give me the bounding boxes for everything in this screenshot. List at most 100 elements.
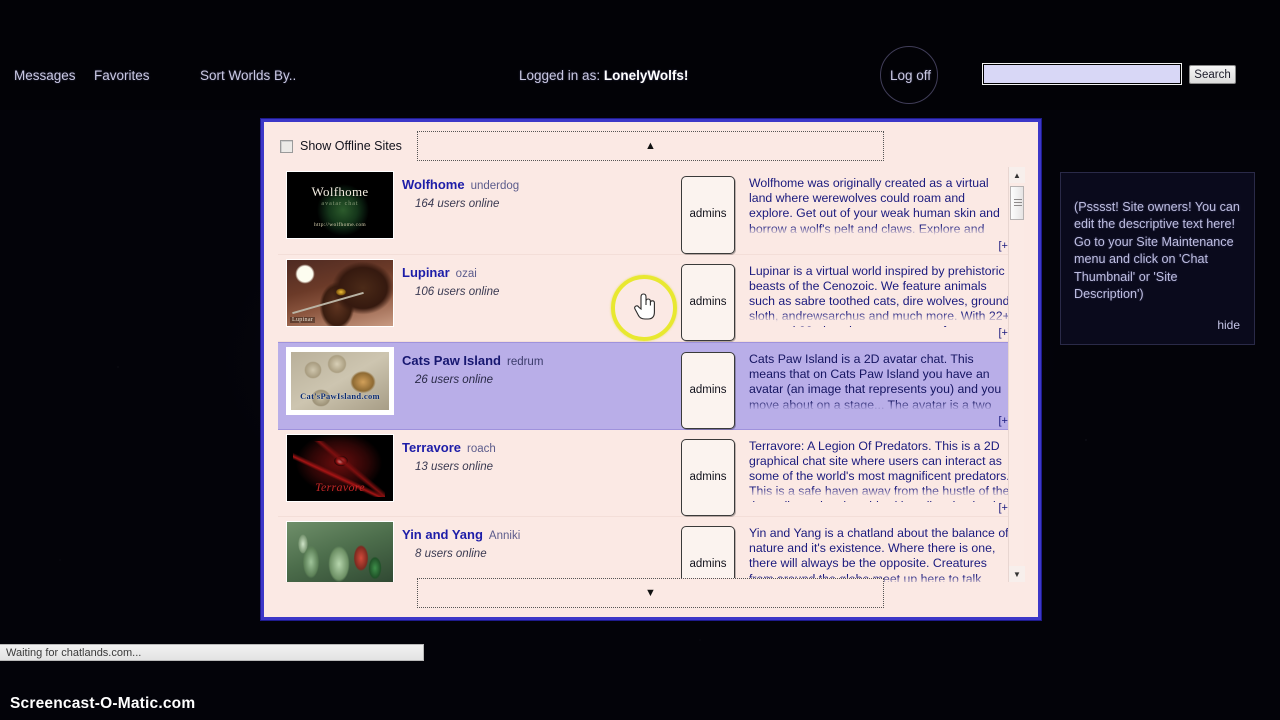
site-users-online: 164 users online: [415, 198, 500, 210]
site-owner-name: Anniki: [488, 530, 521, 542]
site-description-text: Terravore: A Legion Of Predators. This i…: [749, 438, 1010, 502]
scrollbar-arrow-up[interactable]: ▲: [1009, 167, 1025, 183]
scroll-down-button[interactable]: ▼: [417, 578, 884, 608]
site-thumbnail-cell[interactable]: [278, 517, 402, 582]
site-title-line: Cats Paw Island redrum: [402, 352, 663, 370]
scroll-up-button[interactable]: ▲: [417, 131, 884, 161]
nav-link-sort-worlds-by[interactable]: Sort Worlds By..: [200, 68, 296, 83]
site-rows: Wolfhome avatar chat http://wolfhome.com Wo…: [278, 167, 1016, 582]
site-title-line: Wolfhome underdog: [402, 176, 663, 194]
site-owner-name: roach: [467, 442, 496, 455]
admins-button[interactable]: admins: [681, 438, 735, 516]
admins-button[interactable]: admins: [681, 352, 735, 429]
site-owner-name: redrum: [506, 356, 544, 368]
site-thumbnail-image[interactable]: Wolfhome avatar chat http://wolfhome.com: [286, 171, 394, 239]
search-button[interactable]: Search: [1189, 65, 1236, 84]
site-admins-cell: admins: [667, 255, 749, 341]
search-input[interactable]: [982, 63, 1182, 85]
site-description-text: Yin and Yang is a chatland about the bal…: [749, 526, 1009, 582]
log-off-link[interactable]: Log off: [890, 68, 931, 83]
logged-in-username: LonelyWolfs!: [603, 68, 689, 83]
site-thumbnail-cell[interactable]: Terravore: [278, 430, 402, 517]
site-info-cell: Lupinar ozai 106 users online: [402, 255, 667, 342]
site-thumbnail-image[interactable]: Lupinar: [286, 258, 394, 327]
logged-in-status: Logged in as: LonelyWolfs!: [519, 68, 688, 83]
site-thumbnail-image[interactable]: Cat'sPawIsland.com: [286, 347, 394, 415]
screencast-watermark: Screencast-O-Matic.com: [10, 695, 196, 712]
site-admins-cell: admins: [667, 430, 749, 516]
site-info-cell: Yin and Yang Anniki 8 users online: [402, 517, 667, 582]
site-admins-cell: admins: [667, 343, 749, 429]
site-thumbnail-cell[interactable]: Lupinar: [278, 255, 402, 342]
site-info-cell: Terravore roach 13 users online: [402, 430, 667, 517]
site-thumbnail-cell[interactable]: Cat'sPawIsland.com: [278, 343, 402, 429]
show-offline-sites-label: Show Offline Sites: [300, 139, 402, 153]
logged-in-prefix: Logged in as:: [519, 68, 601, 83]
site-name-link[interactable]: Lupinar: [402, 265, 450, 280]
site-title-line: Lupinar ozai: [402, 264, 663, 282]
site-title-line: Terravore roach: [402, 439, 663, 457]
site-thumbnail-image[interactable]: Terravore: [286, 433, 394, 502]
world-list-panel: Show Offline Sites ▲ Wolfhome avatar chat…: [261, 119, 1041, 620]
nav-link-favorites[interactable]: Favorites: [94, 68, 150, 83]
site-owner-name: ozai: [455, 267, 477, 280]
thumbnail-caption: Wolfhome: [311, 184, 369, 199]
site-thumbnail-image[interactable]: [286, 521, 394, 582]
triangle-down-icon: ▼: [645, 586, 656, 599]
jars-art: [287, 522, 393, 582]
site-name-link[interactable]: Wolfhome: [402, 177, 465, 192]
site-users-online: 106 users online: [415, 285, 500, 298]
site-title-line: Yin and Yang Anniki: [402, 526, 663, 544]
site-users-online: 13 users online: [415, 460, 493, 473]
site-row[interactable]: Terravore Terravore roach 13 users online ad…: [278, 429, 1016, 517]
site-description-text: Cats Paw Island is a 2D avatar chat. Thi…: [749, 352, 1002, 415]
top-navigation-bar: Messages Favorites Sort Worlds By.. Logg…: [0, 0, 1280, 110]
site-info-cell: Wolfhome underdog 164 users online: [402, 167, 667, 254]
site-admins-cell: admins: [667, 167, 749, 254]
browser-status-bar: Waiting for chatlands.com...: [0, 644, 424, 661]
show-offline-sites-checkbox[interactable]: [280, 139, 293, 153]
site-description-cell: Yin and Yang is a chatland about the bal…: [749, 517, 1016, 582]
site-description-cell: Lupinar is a virtual world inspired by p…: [749, 255, 1016, 342]
screen: Messages Favorites Sort Worlds By.. Logg…: [0, 0, 1280, 720]
scrollbar-thumb[interactable]: [1010, 186, 1024, 220]
notice-text: (Psssst! Site owners! You can edit the d…: [1074, 200, 1240, 302]
site-description-text: Wolfhome was originally created as a vir…: [749, 176, 1007, 239]
site-description-cell: Terravore: A Legion Of Predators. This i…: [749, 430, 1016, 517]
nav-link-messages[interactable]: Messages: [14, 68, 76, 83]
admins-button[interactable]: admins: [681, 526, 735, 582]
show-offline-sites-control[interactable]: Show Offline Sites: [280, 139, 402, 153]
site-users-online: 26 users online: [415, 374, 493, 386]
site-row[interactable]: Lupinar Lupinar ozai 106 users online admins…: [278, 254, 1016, 342]
site-users-online: 8 users online: [415, 548, 487, 560]
site-description-cell: Cats Paw Island is a 2D avatar chat. Thi…: [749, 343, 1016, 429]
site-row[interactable]: Cat'sPawIsland.com Cats Paw Island redrum 2…: [278, 342, 1016, 430]
triangle-up-icon: ▲: [645, 139, 656, 152]
site-description-text: Lupinar is a virtual world inspired by p…: [749, 263, 1010, 327]
notice-hide-link[interactable]: hide: [1217, 318, 1240, 332]
thumbnail-caption: Lupinar: [290, 316, 316, 323]
site-name-link[interactable]: Cats Paw Island: [402, 353, 501, 368]
site-description-cell: Wolfhome was originally created as a vir…: [749, 167, 1016, 254]
panel-header: Show Offline Sites ▲: [264, 122, 1038, 167]
paws-art: [291, 352, 389, 410]
thumbnail-caption: http://wolfhome.com: [314, 222, 366, 228]
thumbnail-caption: Cat'sPawIsland.com: [300, 391, 380, 401]
site-owner-name: underdog: [470, 180, 520, 192]
site-row[interactable]: Yin and Yang Anniki 8 users online admins Yi…: [278, 517, 1016, 582]
scrollbar-grip-icon: [1014, 199, 1022, 207]
site-info-cell: Cats Paw Island redrum 26 users online: [402, 343, 667, 429]
site-name-link[interactable]: Terravore: [402, 440, 461, 455]
site-list-scrollbar[interactable]: ▲ ▼: [1008, 167, 1025, 582]
admins-button[interactable]: admins: [681, 263, 735, 341]
thumbnail-caption: Terravore: [315, 479, 365, 494]
site-row[interactable]: Wolfhome avatar chat http://wolfhome.com Wo…: [278, 167, 1016, 255]
site-owners-notice: (Psssst! Site owners! You can edit the d…: [1060, 172, 1255, 345]
site-list[interactable]: Wolfhome avatar chat http://wolfhome.com Wo…: [278, 167, 1030, 582]
status-bar-text: Waiting for chatlands.com...: [6, 646, 142, 659]
site-name-link[interactable]: Yin and Yang: [402, 527, 483, 542]
site-thumbnail-cell[interactable]: Wolfhome avatar chat http://wolfhome.com: [278, 167, 402, 254]
admins-button[interactable]: admins: [681, 176, 735, 254]
scrollbar-arrow-down[interactable]: ▼: [1009, 566, 1025, 582]
site-admins-cell: admins: [667, 517, 749, 582]
